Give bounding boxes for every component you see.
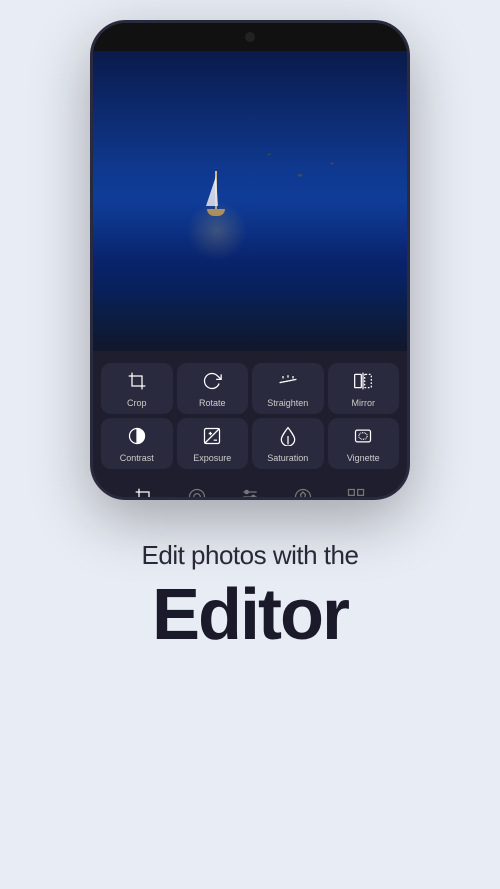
vignette-icon bbox=[353, 426, 373, 449]
paint-tab[interactable] bbox=[289, 483, 317, 500]
saturation-icon bbox=[278, 426, 298, 449]
bottom-toolbar bbox=[101, 477, 399, 500]
mirror-icon bbox=[353, 371, 373, 394]
crop-label: Crop bbox=[127, 398, 147, 408]
contrast-icon bbox=[127, 426, 147, 449]
phone-top-bar bbox=[93, 23, 407, 51]
rotate-icon bbox=[202, 371, 222, 394]
tool-saturation[interactable]: Saturation bbox=[252, 418, 324, 469]
exposure-icon bbox=[202, 426, 222, 449]
camera-hole bbox=[245, 32, 255, 42]
mirror-label: Mirror bbox=[352, 398, 376, 408]
editor-panel: Crop Rotate bbox=[93, 351, 407, 500]
adjust-tab[interactable] bbox=[236, 483, 264, 500]
exposure-label: Exposure bbox=[193, 453, 231, 463]
saturation-label: Saturation bbox=[267, 453, 308, 463]
tools-grid: Crop Rotate bbox=[101, 363, 399, 469]
photo-area bbox=[93, 51, 407, 351]
phone-frame: Crop Rotate bbox=[90, 20, 410, 500]
phone-mockup: Crop Rotate bbox=[90, 20, 410, 500]
contrast-label: Contrast bbox=[120, 453, 154, 463]
grid-tab[interactable] bbox=[342, 483, 370, 500]
crop-tab[interactable] bbox=[130, 483, 158, 500]
rotate-label: Rotate bbox=[199, 398, 226, 408]
tool-vignette[interactable]: Vignette bbox=[328, 418, 400, 469]
straighten-label: Straighten bbox=[267, 398, 308, 408]
straighten-icon bbox=[278, 371, 298, 394]
tool-crop[interactable]: Crop bbox=[101, 363, 173, 414]
tool-exposure[interactable]: Exposure bbox=[177, 418, 249, 469]
tool-contrast[interactable]: Contrast bbox=[101, 418, 173, 469]
text-section: Edit photos with the Editor bbox=[122, 540, 379, 651]
filter-tab[interactable] bbox=[183, 483, 211, 500]
main-title-text: Editor bbox=[142, 579, 359, 651]
photo-fade bbox=[93, 291, 407, 351]
tool-mirror[interactable]: Mirror bbox=[328, 363, 400, 414]
crop-icon bbox=[127, 371, 147, 394]
tool-straighten[interactable]: Straighten bbox=[252, 363, 324, 414]
tool-rotate[interactable]: Rotate bbox=[177, 363, 249, 414]
subtitle-text: Edit photos with the bbox=[142, 540, 359, 571]
vignette-label: Vignette bbox=[347, 453, 380, 463]
